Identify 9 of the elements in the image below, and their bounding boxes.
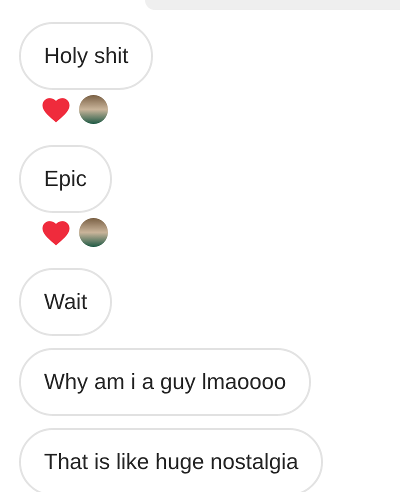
heart-icon [41,96,71,123]
message-bubble: Epic [19,145,112,213]
heart-icon [41,219,71,246]
message-bubble: Holy shit [19,22,154,90]
avatar-photo-placeholder [79,95,108,124]
message-bubble: Wait [19,268,112,336]
avatar-photo-placeholder [79,218,108,247]
message-bubble: That is like huge nostalgia [19,428,324,492]
message-bubble: Why am i a guy lmaoooo [19,348,312,416]
